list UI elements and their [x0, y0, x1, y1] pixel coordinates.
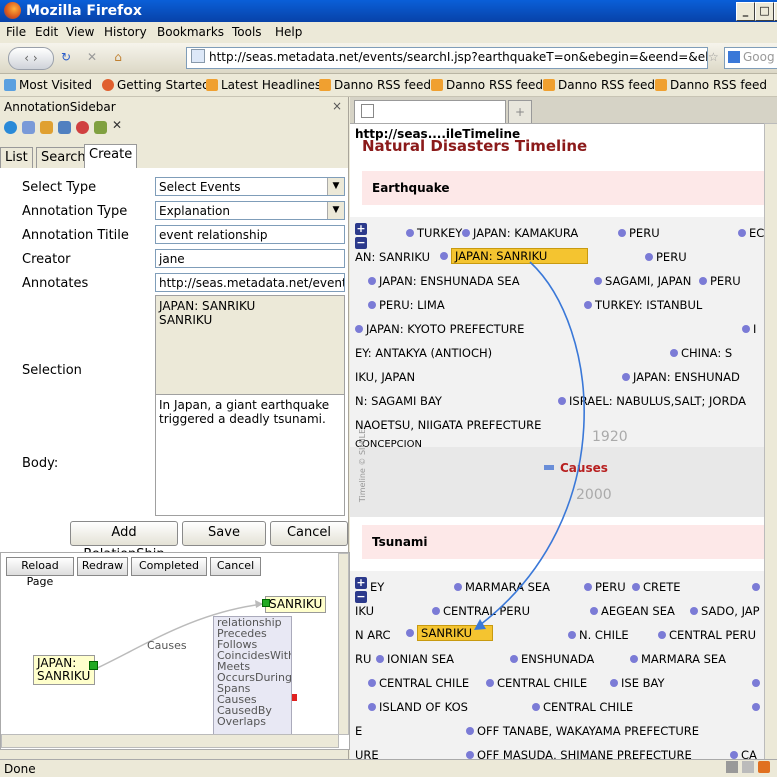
annotates-label: Annotates: [22, 276, 89, 291]
menu-help[interactable]: Help: [275, 25, 302, 39]
page-icon: [191, 49, 205, 63]
save-button[interactable]: Save: [182, 521, 266, 546]
navigation-toolbar: ‹ › ↻ ✕ ⌂ http://seas.metadata.net/event…: [0, 43, 777, 74]
search-icon[interactable]: [76, 121, 89, 134]
bookmark-danno-rss-2[interactable]: Danno RSS feed: [431, 78, 543, 92]
annotation-type-dropdown[interactable]: Explanation ▼: [155, 201, 345, 220]
url-text: http://seas.metadata.net/events/searchI.…: [209, 50, 708, 64]
pencil-icon[interactable]: [40, 121, 53, 134]
menu-tools[interactable]: Tools: [232, 25, 262, 39]
window-title-bar: Mozilla Firefox _ □ ×: [0, 0, 777, 22]
graph-node-japan-sanriku[interactable]: JAPAN: SANRIKU: [33, 655, 95, 685]
selection-label: Selection: [22, 363, 82, 378]
tab-create[interactable]: Create: [84, 144, 138, 169]
relationship-connector: [474, 261, 585, 630]
menu-file[interactable]: File: [6, 25, 26, 39]
body-label: Body:: [22, 456, 59, 471]
bookmark-getting-started[interactable]: Getting Started: [102, 78, 210, 92]
select-type-label: Select Type: [22, 180, 97, 195]
tab-list[interactable]: List: [0, 147, 33, 168]
connector-arrow-icon: [474, 619, 486, 630]
page-vertical-scrollbar[interactable]: [764, 123, 777, 759]
users-icon[interactable]: [58, 121, 71, 134]
security-icon: [742, 761, 754, 773]
rss-icon: [431, 79, 443, 91]
sidebar-close-icon[interactable]: ×: [332, 99, 342, 113]
firefox-status-icon[interactable]: [758, 761, 770, 773]
menu-view[interactable]: View: [66, 25, 94, 39]
sidebar-tabs: List Search Create: [0, 142, 348, 169]
bookmark-star-icon[interactable]: ☆: [708, 50, 719, 64]
creator-label: Creator: [22, 252, 71, 267]
home-icon[interactable]: ⌂: [108, 47, 128, 68]
graph-node-sanriku[interactable]: SANRIKU: [265, 596, 327, 613]
firefox-logo-icon: [4, 2, 21, 19]
menu-history[interactable]: History: [104, 25, 147, 39]
bookmarks-toolbar: Most Visited Getting Started Latest Head…: [0, 74, 777, 97]
body-textarea[interactable]: In Japan, a giant earthquake triggered a…: [155, 394, 345, 516]
save-icon[interactable]: [22, 121, 35, 134]
cancel-button[interactable]: Cancel: [270, 521, 348, 546]
node-handle-icon[interactable]: [89, 661, 98, 670]
url-bar[interactable]: http://seas.metadata.net/events/searchI.…: [186, 47, 708, 69]
firefox-icon: [102, 79, 114, 91]
annotates-input[interactable]: http://seas.metadata.net/events/s: [155, 273, 345, 292]
bookmark-danno-rss-4[interactable]: Danno RSS feed: [655, 78, 767, 92]
google-icon: [728, 51, 740, 63]
window-title: Mozilla Firefox: [26, 3, 142, 19]
graph-vertical-scrollbar[interactable]: [338, 553, 349, 735]
menu-bookmarks[interactable]: Bookmarks: [157, 25, 224, 39]
graph-horizontal-scrollbar[interactable]: [1, 734, 339, 748]
status-bar: Done: [0, 759, 777, 777]
relationship-type-menu: relationship Precedes Follows CoincidesW…: [213, 616, 292, 738]
annotation-type-label: Annotation Type: [22, 204, 128, 219]
search-input[interactable]: Goog: [724, 47, 777, 69]
minimize-button[interactable]: _: [736, 2, 755, 21]
bookmark-icon: [4, 79, 16, 91]
add-relationship-button[interactable]: Add RelationShip: [70, 521, 178, 562]
help-icon[interactable]: [4, 121, 17, 134]
bookmark-danno-rss-1[interactable]: Danno RSS feed: [319, 78, 431, 92]
addon-icon[interactable]: [726, 761, 738, 773]
rss-icon: [655, 79, 667, 91]
browser-content: http://seas....ileTimeline + Natural Dis…: [350, 97, 777, 759]
back-button[interactable]: ‹ ›: [8, 47, 54, 70]
chevron-down-icon: ▼: [327, 202, 344, 219]
bookmark-most-visited[interactable]: Most Visited: [4, 78, 92, 92]
sidebar-header: AnnotationSidebar ×: [0, 97, 348, 117]
relationship-graph-panel: Reload Page Redraw Completed Cancel JAPA…: [0, 552, 350, 750]
menu-bar: File Edit View History Bookmarks Tools H…: [0, 22, 777, 43]
bookmark-latest-headlines[interactable]: Latest Headlines: [206, 78, 321, 92]
menu-edit[interactable]: Edit: [35, 25, 58, 39]
annotation-sidebar: AnnotationSidebar × ✕ List Search Create…: [0, 97, 350, 759]
tools-icon[interactable]: ✕: [112, 118, 125, 132]
status-text: Done: [4, 762, 36, 776]
reload-icon[interactable]: ↻: [56, 47, 76, 68]
creator-input[interactable]: jane: [155, 249, 345, 268]
sidebar-title: AnnotationSidebar: [4, 100, 116, 114]
rss-icon: [319, 79, 331, 91]
stop-icon[interactable]: ✕: [82, 47, 102, 68]
select-type-dropdown[interactable]: Select Events ▼: [155, 177, 345, 196]
annotation-title-label: Annotation Titile: [22, 228, 129, 243]
node-handle-icon[interactable]: [262, 599, 270, 607]
maximize-button[interactable]: □: [755, 2, 774, 21]
annotation-title-input[interactable]: event relationship: [155, 225, 345, 244]
menu-item[interactable]: Overlaps: [214, 716, 291, 727]
chevron-down-icon: ▼: [327, 178, 344, 195]
brush-icon[interactable]: [94, 121, 107, 134]
causes-connector-line: [479, 261, 585, 626]
rss-icon: [206, 79, 218, 91]
rss-icon: [543, 79, 555, 91]
tab-search[interactable]: Search: [36, 147, 91, 168]
edge-label: Causes: [147, 639, 187, 652]
bookmark-danno-rss-3[interactable]: Danno RSS feed: [543, 78, 655, 92]
create-annotation-form: Select Type Select Events ▼ Annotation Ty…: [0, 168, 348, 562]
